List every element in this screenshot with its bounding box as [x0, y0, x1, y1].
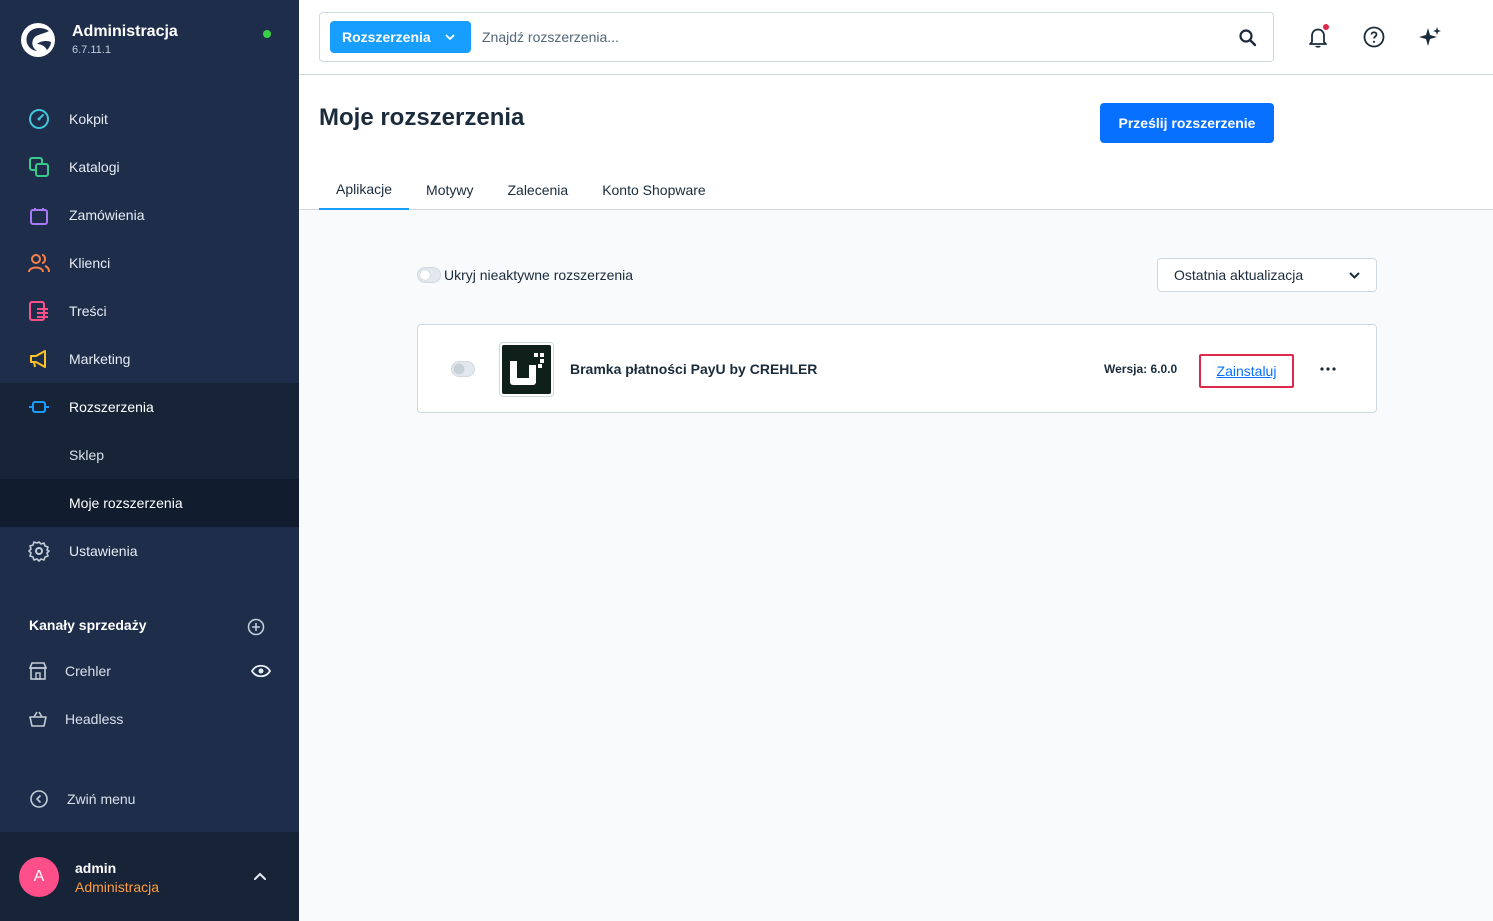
nav-label: Treści: [69, 303, 107, 319]
customers-icon: [28, 252, 50, 274]
dashboard-icon: [28, 108, 50, 130]
nav-label: Ustawienia: [69, 543, 138, 559]
chevron-down-icon: [1349, 272, 1360, 279]
sort-select-value: Ostatnia aktualizacja: [1174, 267, 1304, 283]
more-options-icon[interactable]: [1318, 361, 1338, 377]
nav-sub-label: Moje rozszerzenia: [69, 495, 183, 511]
payu-logo-icon: [510, 353, 544, 385]
tab-zalecenia[interactable]: Zalecenia: [490, 172, 585, 208]
nav-item-zamowienia[interactable]: Zamówienia: [0, 191, 299, 239]
upload-extension-button[interactable]: Prześlij rozszerzenie: [1100, 103, 1274, 143]
install-highlight: Zainstaluj: [1199, 354, 1294, 388]
storefront-icon: [28, 661, 48, 681]
tab-aplikacje[interactable]: Aplikacje: [319, 172, 410, 210]
sparkle-ai-icon[interactable]: [1418, 25, 1442, 49]
plug-icon: [28, 396, 50, 418]
gear-icon: [28, 540, 50, 562]
chevron-left-circle-icon: [30, 790, 48, 808]
nav-label: Zamówienia: [69, 207, 145, 223]
tab-konto-shopware[interactable]: Konto Shopware: [585, 172, 723, 208]
sales-channel-headless[interactable]: Headless: [28, 707, 123, 731]
notification-badge: [1323, 24, 1329, 30]
page-title: Moje rozszerzenia: [319, 104, 525, 131]
install-link[interactable]: Zainstaluj: [1217, 363, 1277, 379]
eye-icon[interactable]: [251, 663, 271, 679]
collapse-menu-label: Zwiń menu: [67, 791, 136, 807]
status-indicator: [263, 30, 271, 38]
sales-channels-title: Kanały sprzedaży: [29, 617, 147, 633]
extension-version: Wersja: 6.0.0: [1104, 362, 1178, 376]
tabs: Aplikacje Motywy Zalecenia Konto Shopwar…: [319, 172, 723, 210]
nav-label: Marketing: [69, 351, 131, 367]
sales-channel-crehler[interactable]: Crehler: [28, 659, 111, 683]
top-bar: Rozszerzenia: [299, 0, 1493, 75]
extension-card: Bramka płatności PayU by CREHLER Wersja:…: [417, 324, 1377, 413]
basket-icon: [28, 709, 48, 729]
extension-name: Bramka płatności PayU by CREHLER: [570, 361, 818, 377]
page-header: Moje rozszerzenia Prześlij rozszerzenie …: [299, 76, 1493, 210]
search-input[interactable]: [482, 21, 1222, 53]
nav-sub-sklep[interactable]: Sklep: [0, 431, 299, 479]
chevron-down-icon: [445, 34, 455, 41]
main-nav: Kokpit Katalogi Zamówienia Klienci Treśc…: [0, 95, 299, 575]
nav-item-klienci[interactable]: Klienci: [0, 239, 299, 287]
search-bar: Rozszerzenia: [319, 12, 1274, 62]
brand[interactable]: Administracja 6.7.11.1: [20, 22, 178, 58]
add-circle-icon[interactable]: [247, 618, 265, 636]
nav-item-ustawienia[interactable]: Ustawienia: [0, 527, 299, 575]
sales-channel-label: Headless: [65, 711, 124, 727]
hide-inactive-toggle[interactable]: [417, 267, 441, 283]
collapse-menu-button[interactable]: Zwiń menu: [29, 789, 135, 809]
nav-item-kokpit[interactable]: Kokpit: [0, 95, 299, 143]
content-icon: [28, 300, 50, 322]
catalog-icon: [28, 156, 50, 178]
nav-label: Katalogi: [69, 159, 120, 175]
search-type-select[interactable]: Rozszerzenia: [330, 21, 471, 53]
main-content: Moje rozszerzenia Prześlij rozszerzenie …: [299, 76, 1493, 921]
nav-sub-label: Sklep: [69, 447, 105, 463]
nav-sub-moje-rozszerzenia[interactable]: Moje rozszerzenia: [0, 479, 299, 527]
nav-item-marketing[interactable]: Marketing: [0, 335, 299, 383]
sidebar: Administracja 6.7.11.1 Kokpit Katalogi Z…: [0, 0, 299, 921]
chevron-up-icon[interactable]: [253, 871, 267, 881]
tab-motywy[interactable]: Motywy: [409, 172, 490, 208]
extension-logo: [499, 342, 554, 397]
user-name: admin: [75, 860, 117, 876]
user-menu[interactable]: A admin Administracja: [0, 832, 299, 921]
brand-title: Administracja: [72, 23, 178, 40]
nav-item-katalogi[interactable]: Katalogi: [0, 143, 299, 191]
nav-label: Kokpit: [69, 111, 108, 127]
help-icon[interactable]: [1362, 25, 1386, 49]
nav-item-tresci[interactable]: Treści: [0, 287, 299, 335]
avatar: A: [19, 857, 59, 897]
nav-label: Rozszerzenia: [69, 399, 154, 415]
megaphone-icon: [28, 348, 50, 370]
user-role: Administracja: [75, 879, 160, 895]
hide-inactive-label: Ukryj nieaktywne rozszerzenia: [444, 267, 634, 283]
extension-active-toggle[interactable]: [451, 361, 475, 377]
brand-version: 6.7.11.1: [72, 44, 111, 56]
shopware-logo-icon: [21, 23, 55, 57]
search-icon[interactable]: [1238, 28, 1258, 48]
search-type-label: Rozszerzenia: [342, 29, 431, 45]
sort-select[interactable]: Ostatnia aktualizacja: [1157, 258, 1377, 292]
nav-label: Klienci: [69, 255, 111, 271]
nav-item-rozszerzenia[interactable]: Rozszerzenia: [0, 383, 299, 431]
sales-channel-label: Crehler: [65, 663, 111, 679]
shopping-bag-icon: [28, 204, 50, 226]
